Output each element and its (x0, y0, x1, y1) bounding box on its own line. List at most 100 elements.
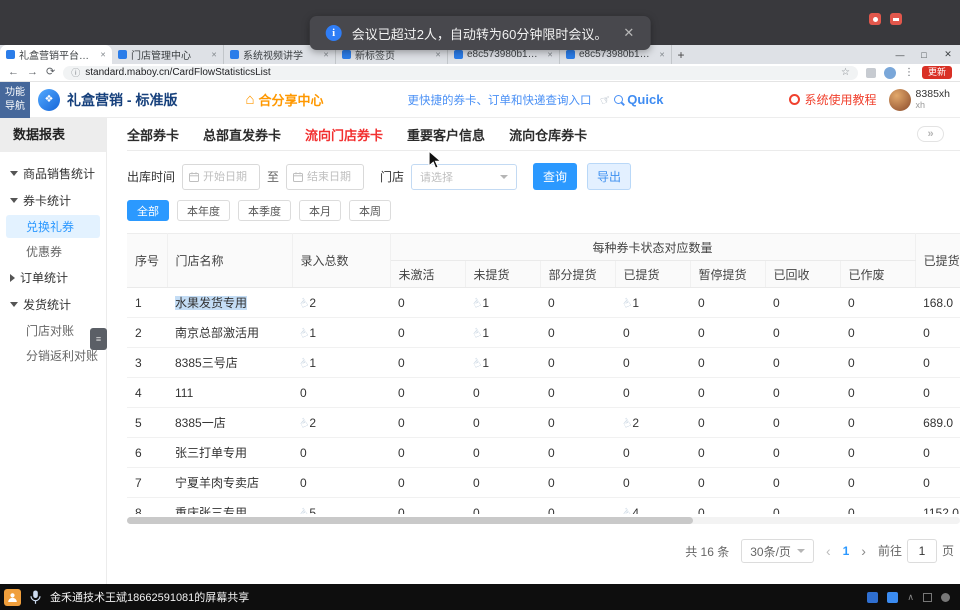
tab-close-icon[interactable]: ✕ (435, 51, 441, 59)
share-center-link[interactable]: ⌂ 合分享中心 (245, 90, 323, 109)
quick-filter-pill[interactable]: 本季度 (238, 200, 291, 221)
sidebar: 数据报表 商品销售统计券卡统计兑换礼券优惠券订单统计发货统计门店对账分销返利对账… (0, 118, 107, 584)
function-nav-block[interactable]: 功能导航 (0, 82, 30, 118)
promo-link[interactable]: 更快捷的券卡、订单和快递查询入口 (408, 92, 592, 108)
cell-value: 0 (840, 498, 915, 515)
url-field[interactable]: ⓘ standard.maboy.cn/CardFlowStatisticsLi… (63, 66, 858, 80)
taskbar-app-icon[interactable] (887, 592, 898, 603)
column-header-status: 已作废 (840, 261, 915, 288)
quick-filter-pill[interactable]: 本周 (349, 200, 391, 221)
cell-value: 0 (765, 408, 840, 438)
start-date-input[interactable] (203, 171, 253, 183)
new-tab-button[interactable]: + (672, 45, 690, 64)
expand-more-icon[interactable]: » (917, 126, 944, 142)
store-name[interactable]: 8385一店 (175, 416, 226, 430)
site-info-icon[interactable]: ⓘ (71, 66, 80, 79)
count-link[interactable]: ☝2 (300, 296, 316, 310)
count-link[interactable]: ☝1 (300, 326, 316, 340)
count-link[interactable]: ☝5 (300, 506, 316, 515)
back-icon[interactable]: ← (8, 67, 19, 78)
page-size-select[interactable]: 30条/页 (741, 539, 814, 563)
sidebar-item[interactable]: 商品销售统计 (0, 160, 106, 187)
sidebar-item[interactable]: 优惠券 (0, 239, 106, 264)
toast-close-icon[interactable]: ✕ (623, 25, 634, 41)
sidebar-item[interactable]: 发货统计 (0, 291, 106, 318)
store-name[interactable]: 宁夏羊肉专卖店 (175, 476, 259, 490)
chevron-down-icon (10, 198, 18, 203)
store-name[interactable]: 重庆张三专用 (175, 506, 247, 514)
chrome-update-button[interactable]: 更新 (922, 66, 952, 79)
store-name[interactable]: 南京总部激活用 (175, 326, 259, 340)
cell-value: 0 (390, 318, 465, 348)
reload-icon[interactable]: ⟳ (46, 67, 55, 78)
goto-page-input[interactable] (907, 539, 937, 563)
tray-icon[interactable] (941, 593, 950, 602)
end-date-input[interactable] (307, 171, 357, 183)
cell-value: 0 (540, 288, 615, 318)
tab-close-icon[interactable]: ✕ (323, 51, 329, 59)
tab-close-icon[interactable]: ✕ (547, 51, 553, 59)
count-link[interactable]: ☝1 (623, 296, 639, 310)
content-tab[interactable]: 流向门店券卡 (305, 125, 383, 144)
tab-favicon-icon (6, 50, 15, 59)
quick-filter-pill[interactable]: 本月 (299, 200, 341, 221)
browser-tab[interactable]: 礼盒营销平台管理中心✕ (0, 45, 112, 64)
tab-close-icon[interactable]: ✕ (659, 51, 665, 59)
sidebar-item[interactable]: 券卡统计 (0, 187, 106, 214)
cell-value: 689.0 (915, 408, 960, 438)
content-tab[interactable]: 总部直发券卡 (203, 125, 281, 144)
tab-close-icon[interactable]: ✕ (211, 51, 217, 59)
store-name[interactable]: 111 (175, 386, 193, 400)
tray-icon[interactable] (923, 593, 932, 602)
count-link[interactable]: ☝2 (623, 416, 639, 430)
forward-icon[interactable]: → (27, 67, 38, 78)
content-tab[interactable]: 流向仓库券卡 (509, 125, 587, 144)
sidebar-item[interactable]: 订单统计 (0, 264, 106, 291)
close-window-button[interactable]: ✕ (936, 49, 960, 60)
page-size-value: 30条/页 (750, 543, 791, 560)
cell-store: 南京总部激活用 (167, 318, 292, 348)
scrollbar-thumb[interactable] (127, 517, 693, 524)
count-link[interactable]: ☝2 (300, 416, 316, 430)
next-page-button[interactable]: › (861, 544, 866, 558)
browser-tab[interactable]: 门店管理中心✕ (112, 45, 224, 64)
count-link[interactable]: ☝1 (300, 356, 316, 370)
store-select[interactable]: 请选择 (411, 164, 517, 190)
store-name[interactable]: 水果发货专用 (175, 296, 247, 310)
sidebar-item-label: 优惠券 (26, 243, 62, 260)
tab-close-icon[interactable]: ✕ (100, 51, 106, 59)
microphone-icon[interactable] (29, 590, 42, 605)
count-link[interactable]: ☝1 (473, 356, 489, 370)
count-link[interactable]: ☝1 (473, 296, 489, 310)
minimize-button[interactable]: — (888, 50, 912, 60)
end-date-field[interactable] (286, 164, 364, 190)
content-tab[interactable]: 重要客户信息 (407, 125, 485, 144)
count-link[interactable]: ☝1 (473, 326, 489, 340)
content-tab[interactable]: 全部券卡 (127, 125, 179, 144)
quick-filter-pill[interactable]: 本年度 (177, 200, 230, 221)
store-name[interactable]: 张三打单专用 (175, 446, 247, 460)
maximize-button[interactable]: □ (912, 50, 936, 60)
store-name[interactable]: 8385三号店 (175, 356, 238, 370)
horizontal-scrollbar[interactable] (127, 517, 960, 524)
quick-search[interactable]: ☞ Quick (600, 92, 664, 107)
sidebar-collapse-handle[interactable]: ≡ (90, 328, 107, 350)
current-page[interactable]: 1 (843, 544, 850, 558)
quick-filter-pill[interactable]: 全部 (127, 200, 169, 221)
search-button[interactable]: 查询 (533, 163, 577, 190)
cell-value: 0 (292, 438, 390, 468)
taskbar-app-icon[interactable] (867, 592, 878, 603)
prev-page-button[interactable]: ‹ (826, 544, 831, 558)
start-date-field[interactable] (182, 164, 260, 190)
bookmark-star-icon[interactable]: ☆ (841, 67, 850, 78)
sidebar-item[interactable]: 兑换礼券 (6, 215, 100, 238)
tutorial-link[interactable]: 系统使用教程 (789, 91, 877, 108)
extension-icon[interactable] (866, 68, 876, 78)
browser-profile-avatar[interactable] (884, 67, 896, 79)
tray-expand-icon[interactable]: ∧ (907, 592, 914, 603)
column-header-amount: 已提货金额 (915, 234, 960, 288)
count-link[interactable]: ☝4 (623, 506, 639, 515)
user-avatar[interactable] (889, 89, 911, 111)
export-button[interactable]: 导出 (587, 163, 631, 190)
browser-menu-icon[interactable]: ⋮ (904, 67, 914, 78)
